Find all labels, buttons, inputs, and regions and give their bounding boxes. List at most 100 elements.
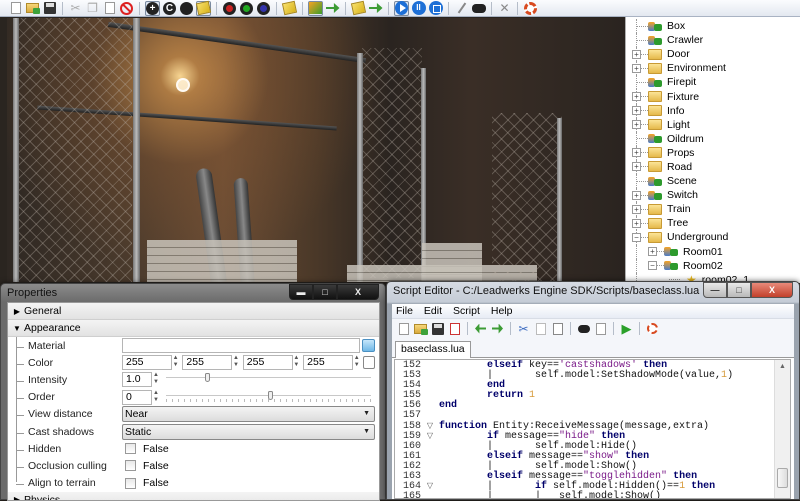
intensity-input[interactable]: 1.0 bbox=[122, 372, 152, 388]
color-r-spinner[interactable]: ▲ ▼ bbox=[172, 355, 180, 370]
expand-icon[interactable]: + bbox=[632, 204, 641, 214]
color-a-input[interactable]: 255 bbox=[303, 355, 353, 371]
fold-toggle-icon[interactable]: ▽ bbox=[421, 482, 439, 492]
menu-edit[interactable]: Edit bbox=[424, 305, 442, 317]
terrain-tool-button[interactable] bbox=[281, 0, 298, 16]
tree-item[interactable]: + Fixture bbox=[626, 89, 800, 104]
save-button[interactable] bbox=[42, 1, 57, 16]
3d-viewport[interactable] bbox=[7, 18, 625, 282]
cut-button[interactable]: ✂ bbox=[516, 321, 531, 336]
color-b-input[interactable]: 255 bbox=[242, 355, 293, 371]
tree-item[interactable]: + Room01 bbox=[626, 244, 800, 259]
fold-toggle-icon[interactable]: ▽ bbox=[421, 422, 439, 432]
color-g-spinner[interactable]: ▲ ▼ bbox=[232, 355, 240, 370]
tree-item[interactable]: − Room02 bbox=[626, 258, 800, 273]
expand-icon[interactable]: + bbox=[632, 120, 641, 130]
vegetation-button[interactable] bbox=[368, 1, 383, 16]
tree-item[interactable]: + Door bbox=[626, 47, 800, 62]
pause-button[interactable]: II bbox=[411, 1, 426, 16]
order-input[interactable]: 0 bbox=[122, 389, 152, 405]
fold-toggle-icon[interactable]: ▽ bbox=[421, 432, 439, 442]
hidden-checkbox[interactable] bbox=[125, 443, 136, 455]
occlusion-culling-checkbox[interactable] bbox=[125, 460, 136, 472]
code-editor[interactable]: 152 elseif key=='castshadows' then 153 | … bbox=[394, 359, 791, 499]
expand-icon[interactable]: + bbox=[632, 162, 641, 172]
collapse-icon[interactable]: − bbox=[648, 261, 657, 271]
redo-button[interactable] bbox=[490, 321, 505, 336]
tree-item[interactable]: + Environment bbox=[626, 61, 800, 76]
expand-icon[interactable]: + bbox=[648, 247, 657, 257]
menu-script[interactable]: Script bbox=[453, 305, 480, 317]
move-tool-button[interactable]: + bbox=[145, 0, 160, 16]
expand-icon[interactable]: + bbox=[632, 148, 641, 158]
script-edit-button[interactable] bbox=[454, 1, 469, 16]
tree-item[interactable]: + Switch bbox=[626, 188, 800, 203]
cast-shadows-select[interactable]: Static bbox=[122, 423, 375, 440]
rotate-tool-button[interactable]: C bbox=[162, 1, 177, 16]
color-g-input[interactable]: 255 bbox=[182, 355, 233, 371]
entity-button[interactable] bbox=[308, 0, 323, 16]
slider-thumb[interactable] bbox=[204, 373, 210, 383]
new-document-button[interactable] bbox=[8, 1, 23, 16]
scroll-up-arrow-icon[interactable]: ▲ bbox=[775, 360, 790, 374]
menu-file[interactable]: File bbox=[396, 305, 413, 317]
undo-button[interactable] bbox=[473, 321, 488, 336]
green-light-button[interactable] bbox=[239, 1, 254, 16]
game-button[interactable] bbox=[471, 1, 486, 16]
category-appearance[interactable]: ▼ Appearance bbox=[8, 320, 379, 337]
expand-icon[interactable]: + bbox=[632, 49, 641, 59]
cut-button[interactable]: ✂ bbox=[68, 1, 83, 16]
tree-item[interactable]: Box bbox=[626, 19, 800, 34]
color-a-spinner[interactable]: ▲ ▼ bbox=[353, 355, 361, 370]
expand-icon[interactable]: + bbox=[632, 218, 641, 228]
slider-thumb[interactable] bbox=[267, 390, 273, 400]
model-button[interactable] bbox=[350, 0, 367, 16]
tree-item[interactable]: + Train bbox=[626, 202, 800, 217]
expand-icon[interactable]: + bbox=[632, 92, 641, 102]
color-swatch-button[interactable] bbox=[362, 356, 376, 370]
tree-item[interactable]: + Info bbox=[626, 103, 800, 118]
tree-item[interactable]: + Light bbox=[626, 117, 800, 132]
scale-tool-button[interactable] bbox=[179, 1, 194, 16]
stop-button[interactable] bbox=[428, 1, 443, 16]
new-script-button[interactable] bbox=[396, 321, 411, 336]
close-button[interactable]: X bbox=[751, 282, 793, 298]
open-button[interactable] bbox=[25, 1, 40, 16]
red-light-button[interactable] bbox=[222, 1, 237, 16]
tree-item[interactable]: Firepit bbox=[626, 75, 800, 90]
tree-item[interactable]: + Road bbox=[626, 159, 800, 175]
maximize-button[interactable]: □ bbox=[313, 284, 337, 300]
tab-baseclass-lua[interactable]: baseclass.lua bbox=[395, 341, 471, 358]
expand-icon[interactable]: + bbox=[632, 190, 641, 200]
copy-button[interactable]: ❐ bbox=[85, 1, 100, 16]
color-b-spinner[interactable]: ▲ ▼ bbox=[293, 355, 301, 370]
blue-light-button[interactable] bbox=[256, 1, 271, 16]
tree-item[interactable]: Crawler bbox=[626, 33, 800, 48]
road-button[interactable] bbox=[325, 1, 340, 16]
expand-icon[interactable]: + bbox=[632, 63, 641, 73]
view-distance-select[interactable]: Near bbox=[122, 406, 375, 423]
material-input[interactable] bbox=[122, 338, 360, 354]
maximize-button[interactable]: □ bbox=[727, 282, 751, 298]
paste-button[interactable] bbox=[102, 1, 117, 16]
open-script-button[interactable] bbox=[413, 321, 428, 336]
save-script-button[interactable] bbox=[430, 321, 445, 336]
tree-item[interactable]: − Underground bbox=[626, 230, 800, 245]
expand-icon[interactable]: + bbox=[632, 106, 641, 116]
tree-item[interactable]: Scene bbox=[626, 174, 800, 189]
tree-item[interactable]: Oildrum bbox=[626, 131, 800, 146]
close-script-button[interactable] bbox=[447, 321, 462, 336]
order-slider[interactable] bbox=[166, 390, 375, 405]
tree-item[interactable]: + Tree bbox=[626, 216, 800, 231]
vertical-scrollbar[interactable]: ▲ bbox=[774, 360, 790, 498]
run-script-button[interactable]: ▶ bbox=[619, 321, 634, 336]
tree-item[interactable]: + Props bbox=[626, 145, 800, 160]
scrollbar-thumb[interactable] bbox=[777, 468, 788, 488]
material-browse-button[interactable] bbox=[362, 339, 375, 353]
find-button[interactable] bbox=[576, 321, 591, 336]
close-button[interactable]: X bbox=[337, 284, 379, 300]
select-tool-button[interactable] bbox=[195, 0, 212, 16]
tools-button[interactable]: ✕ bbox=[497, 1, 512, 16]
delete-button[interactable] bbox=[119, 1, 134, 16]
play-button[interactable] bbox=[394, 0, 409, 16]
